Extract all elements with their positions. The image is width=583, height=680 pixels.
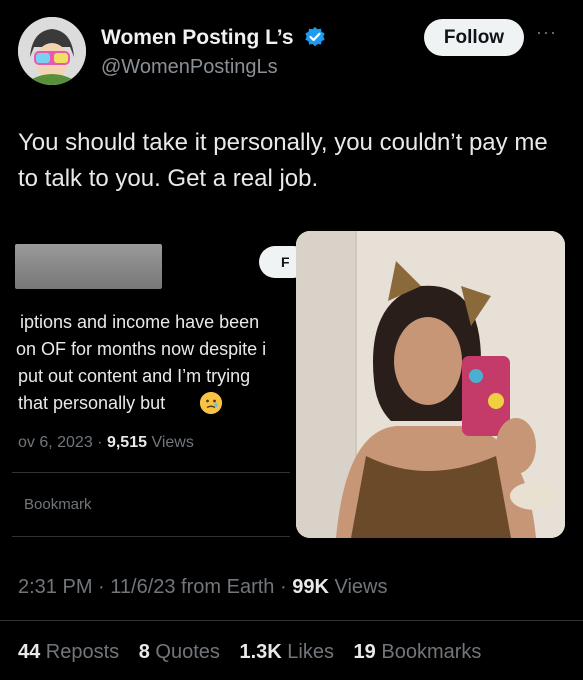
attached-photo[interactable] <box>296 231 565 538</box>
likes-stat[interactable]: 1.3K Likes <box>239 641 334 663</box>
divider <box>12 472 290 473</box>
avatar-image <box>18 17 86 85</box>
embedded-text-line: iptions and income have been <box>20 312 260 332</box>
divider <box>0 620 583 621</box>
embedded-text-line: on OF for months now despite i <box>16 339 267 359</box>
engagement-stats: 44 Reposts 8 Quotes 1.3K Likes 19 Bookma… <box>18 641 495 664</box>
reposts-stat[interactable]: 44 Reposts <box>18 641 119 663</box>
embedded-bookmark-label: Bookmark <box>24 496 92 513</box>
crying-face-emoji-icon <box>200 392 222 414</box>
bookmarks-stat[interactable]: 19 Bookmarks <box>354 641 482 663</box>
tweet-text: You should take it personally, you could… <box>18 129 548 192</box>
photo-image <box>296 231 565 538</box>
avatar[interactable] <box>18 17 86 85</box>
follow-button[interactable]: Follow <box>424 19 524 56</box>
divider <box>12 536 290 537</box>
embedded-meta: ov 6, 2023 · 9,515 Views <box>18 434 194 451</box>
embedded-text-line: put out content and I’m trying <box>18 366 251 386</box>
more-options-icon[interactable]: ··· <box>536 22 557 43</box>
quotes-stat[interactable]: 8 Quotes <box>139 641 220 663</box>
redacted-name-block <box>15 244 162 289</box>
embedded-text-line: that personally but <box>18 393 166 413</box>
display-name[interactable]: Women Posting L’s <box>101 26 294 50</box>
verified-badge-icon <box>305 27 325 47</box>
timestamp[interactable]: 2:31 PM · 11/6/23 from Earth · 99K Views <box>18 576 387 599</box>
handle[interactable]: @WomenPostingLs <box>101 56 278 79</box>
